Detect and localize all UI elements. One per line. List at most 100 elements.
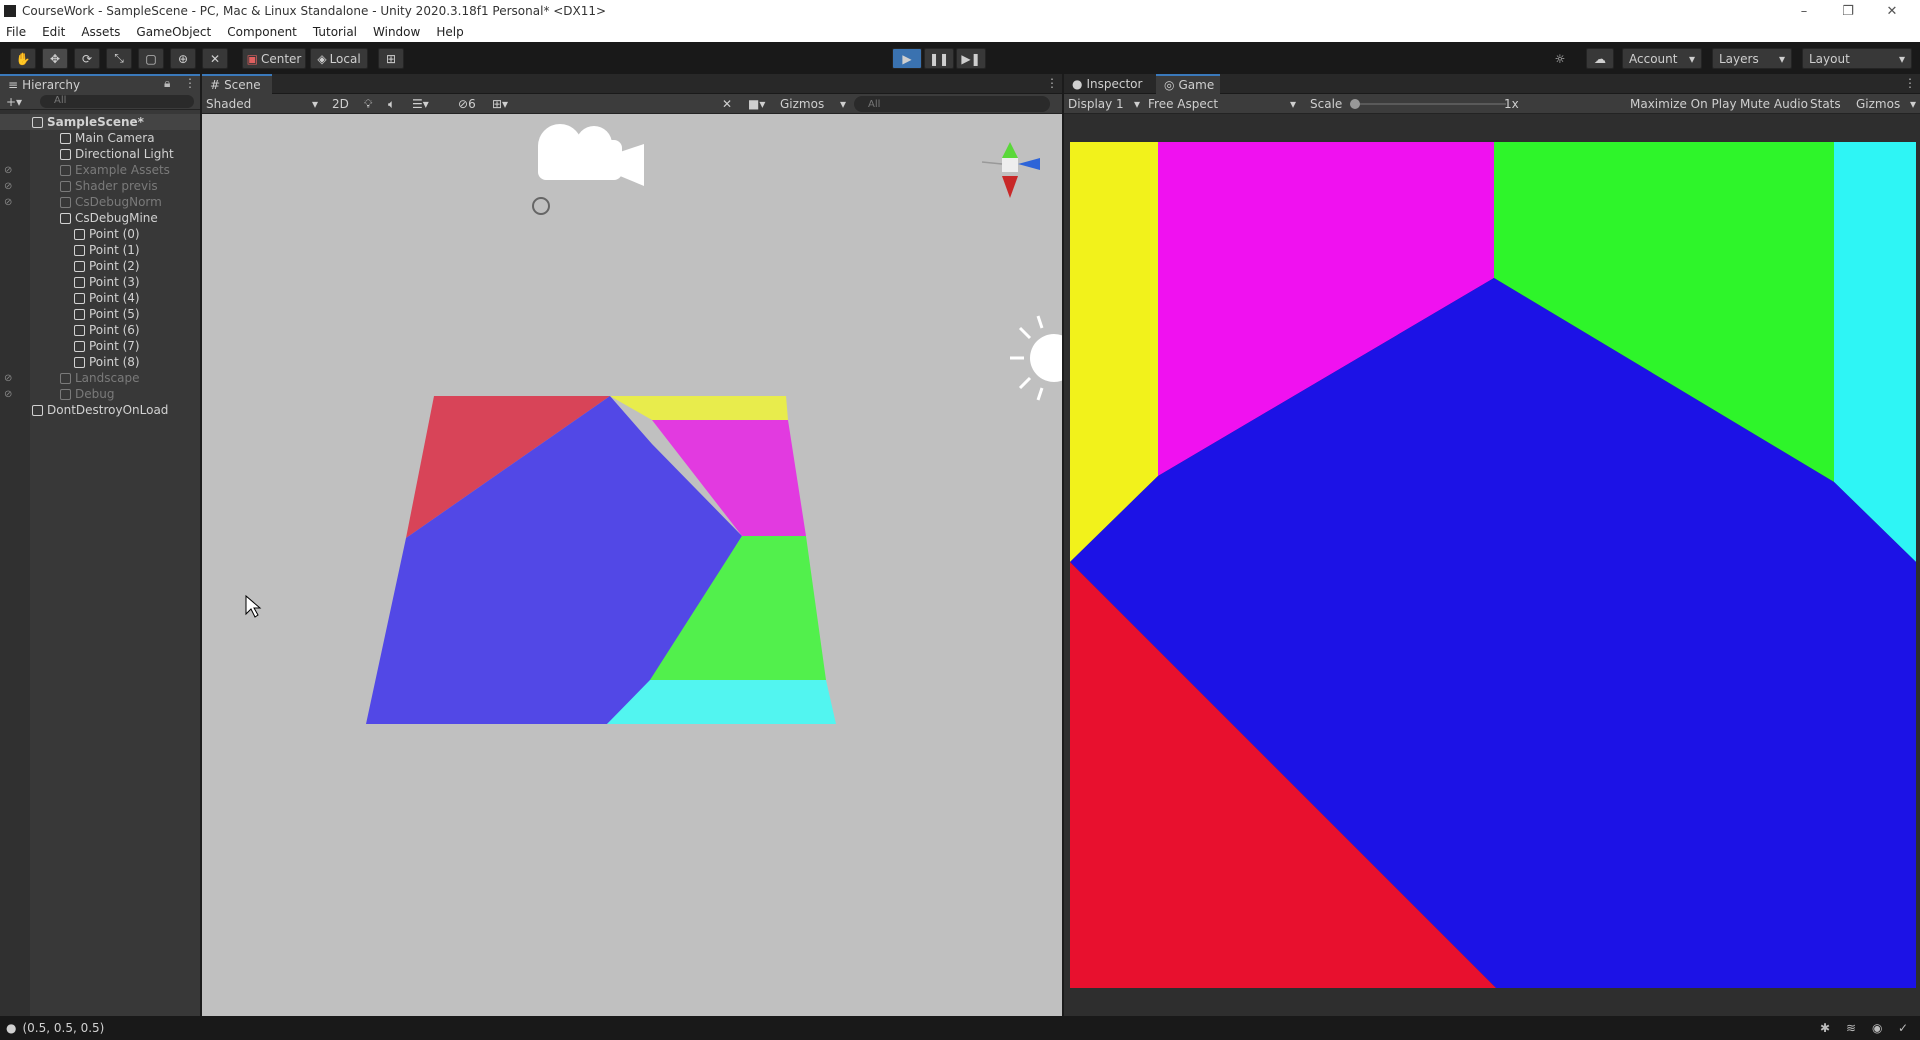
hierarchy-item[interactable]: Point (3): [0, 274, 200, 290]
hand-tool-icon[interactable]: ✋: [10, 48, 36, 69]
hierarchy-item[interactable]: Point (1): [0, 242, 200, 258]
lock-icon[interactable]: 🔒︎: [164, 76, 170, 91]
rotate-tool-icon[interactable]: ⟳: [74, 48, 100, 69]
maximize-button[interactable]: ❐: [1826, 0, 1870, 22]
gameobject-cube-icon: [74, 356, 85, 368]
hierarchy-item-label: Example Assets: [75, 163, 170, 177]
hierarchy-search-input[interactable]: All: [40, 95, 194, 108]
hierarchy-item[interactable]: ⊘ Landscape: [0, 370, 200, 386]
voronoi-plane[interactable]: [366, 396, 836, 724]
lighting-toggle-icon[interactable]: 💡︎: [364, 96, 372, 112]
tools-icon[interactable]: ✕: [722, 96, 732, 112]
game-gizmos-dropdown[interactable]: Gizmos ▾: [1856, 96, 1916, 112]
gizmos-dropdown[interactable]: Gizmos ▾: [780, 96, 846, 112]
more-options-icon[interactable]: ⋮: [184, 76, 196, 90]
hierarchy-item[interactable]: Directional Light: [0, 146, 200, 162]
more-options-icon[interactable]: ⋮: [1904, 76, 1916, 90]
hidden-objects-toggle[interactable]: ⊘ 6: [458, 96, 476, 112]
close-button[interactable]: ✕: [1870, 0, 1914, 22]
menu-file[interactable]: File: [6, 25, 26, 39]
check-icon[interactable]: ✓: [1898, 1021, 1908, 1035]
transform-tool-icon[interactable]: ⊕: [170, 48, 196, 69]
hierarchy-item[interactable]: ⊘ Debug: [0, 386, 200, 402]
menu-window[interactable]: Window: [373, 25, 420, 39]
grid-snap-icon[interactable]: ⊞: [378, 48, 404, 69]
pivot-center-button[interactable]: ▣ Center: [242, 48, 306, 69]
add-icon[interactable]: +▾: [6, 95, 22, 109]
game-viewport[interactable]: [1064, 114, 1920, 1016]
account-dropdown[interactable]: Account ▾: [1622, 48, 1702, 69]
tab-inspector[interactable]: ● Inspector: [1064, 74, 1154, 94]
hidden-eye-icon[interactable]: ⊘: [4, 181, 12, 192]
orientation-gizmo-icon[interactable]: [981, 142, 1040, 198]
scale-slider[interactable]: [1350, 96, 1506, 112]
chevron-down-icon: ▾: [1898, 51, 1905, 66]
hidden-eye-icon[interactable]: ⊘: [4, 197, 12, 208]
hierarchy-item[interactable]: ⊘ Shader previs: [0, 178, 200, 194]
more-options-icon[interactable]: ⋮: [1046, 76, 1058, 90]
hierarchy-tree: SampleScene* Main Camera Directional Light…: [0, 114, 200, 514]
menu-assets[interactable]: Assets: [81, 25, 120, 39]
menu-gameobject[interactable]: GameObject: [136, 25, 211, 39]
hierarchy-item[interactable]: DontDestroyOnLoad: [0, 402, 200, 418]
pause-button[interactable]: ❚❚: [924, 48, 954, 69]
scene-tools-dropdown-icon[interactable]: ⊞▾: [492, 96, 508, 112]
hierarchy-item[interactable]: ⊘ CsDebugNorm: [0, 194, 200, 210]
hierarchy-item[interactable]: Point (8): [0, 354, 200, 370]
cache-icon[interactable]: ≋: [1846, 1021, 1856, 1035]
hidden-count: 6: [468, 97, 476, 111]
menu-component[interactable]: Component: [227, 25, 297, 39]
bug-icon[interactable]: ✱: [1820, 1021, 1830, 1035]
hierarchy-item[interactable]: CsDebugMine: [0, 210, 200, 226]
shading-mode-dropdown[interactable]: Shaded ▾: [206, 96, 322, 112]
hidden-eye-icon[interactable]: ⊘: [4, 165, 12, 176]
menu-tutorial[interactable]: Tutorial: [313, 25, 357, 39]
tab-scene[interactable]: # Scene: [202, 74, 272, 94]
layers-dropdown[interactable]: Layers ▾: [1712, 48, 1792, 69]
rect-tool-icon[interactable]: ▢: [138, 48, 164, 69]
scale-tool-icon[interactable]: ⤡: [106, 48, 132, 69]
hierarchy-item[interactable]: Point (0): [0, 226, 200, 242]
hierarchy-item[interactable]: Point (4): [0, 290, 200, 306]
window-title: CourseWork - SampleScene - PC, Mac & Lin…: [22, 4, 607, 18]
collab-icon[interactable]: ☼: [1546, 48, 1574, 69]
stats-toggle[interactable]: Stats: [1810, 96, 1841, 112]
display-dropdown[interactable]: Display 1 ▾: [1068, 96, 1144, 112]
hierarchy-item[interactable]: Point (7): [0, 338, 200, 354]
minimize-button[interactable]: –: [1782, 0, 1826, 22]
audio-toggle-icon[interactable]: 🔈︎: [388, 96, 395, 112]
cloud-icon[interactable]: ☁: [1586, 48, 1614, 69]
aspect-dropdown[interactable]: Free Aspect ▾: [1148, 96, 1300, 112]
hidden-eye-icon[interactable]: ⊘: [4, 373, 12, 384]
step-button[interactable]: ▶❚: [956, 48, 986, 69]
tab-game[interactable]: ◎ Game: [1156, 74, 1220, 94]
menu-edit[interactable]: Edit: [42, 25, 65, 39]
scene-search-input[interactable]: All: [854, 96, 1050, 112]
layout-dropdown[interactable]: Layout ▾: [1802, 48, 1912, 69]
move-tool-icon[interactable]: ✥: [42, 48, 68, 69]
camera-gizmo-icon[interactable]: [532, 124, 644, 215]
console-message[interactable]: (0.5, 0.5, 0.5): [22, 1021, 104, 1035]
menu-help[interactable]: Help: [436, 25, 463, 39]
light-gizmo-icon[interactable]: [1010, 315, 1078, 401]
globe-icon[interactable]: ◉: [1872, 1021, 1882, 1035]
camera-settings-icon[interactable]: ■▾: [748, 96, 765, 112]
custom-tool-icon[interactable]: ✕: [202, 48, 228, 69]
hierarchy-item[interactable]: ⊘ Example Assets: [0, 162, 200, 178]
2d-toggle[interactable]: 2D: [332, 96, 349, 112]
hierarchy-item-label: Main Camera: [75, 131, 155, 145]
hierarchy-item[interactable]: Point (2): [0, 258, 200, 274]
chevron-down-icon: ▾: [839, 97, 846, 111]
effects-dropdown-icon[interactable]: ☰▾: [412, 96, 429, 112]
scene-viewport[interactable]: [202, 114, 1078, 1016]
pivot-local-button[interactable]: ◈ Local: [310, 48, 368, 69]
hidden-eye-icon[interactable]: ⊘: [4, 389, 12, 400]
mute-audio-toggle[interactable]: Mute Audio: [1740, 96, 1808, 112]
hierarchy-item[interactable]: SampleScene*: [0, 114, 200, 130]
hierarchy-item[interactable]: Point (5): [0, 306, 200, 322]
scene-tabbar: # Scene ⋮: [202, 74, 1062, 94]
hierarchy-item[interactable]: Point (6): [0, 322, 200, 338]
hierarchy-item[interactable]: Main Camera: [0, 130, 200, 146]
play-button[interactable]: ▶: [892, 48, 922, 69]
maximize-on-play-toggle[interactable]: Maximize On Play: [1630, 96, 1737, 112]
